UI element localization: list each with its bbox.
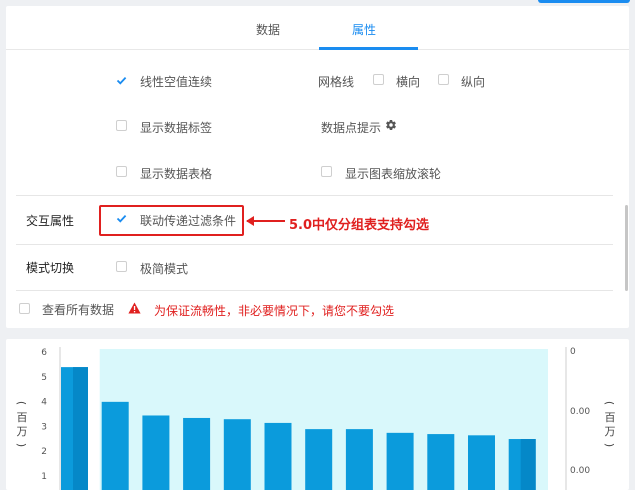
panel-scrollbar[interactable] — [625, 205, 628, 291]
view-all-data-checkbox[interactable] — [19, 303, 30, 314]
right-axis-label: ) — [603, 443, 616, 447]
simple-mode-checkbox[interactable] — [116, 261, 127, 272]
annotation-arrow — [246, 216, 285, 226]
bar-11[interactable] — [468, 435, 495, 490]
bar-3[interactable] — [142, 415, 170, 490]
right-axis-label: 百 — [605, 411, 616, 424]
grid-lines-label: 网格线 — [318, 75, 355, 89]
tab-data[interactable]: 数据 — [256, 21, 280, 38]
bar-shade-1 — [73, 367, 88, 490]
bar-5[interactable] — [223, 419, 251, 490]
bar-7[interactable] — [305, 429, 333, 490]
active-tab-indicator — [319, 47, 418, 50]
bar-2[interactable] — [101, 401, 129, 490]
top-action-button[interactable] — [538, 0, 630, 3]
left-axis-label: 百 — [17, 411, 28, 424]
bar-shade-12 — [520, 439, 536, 490]
properties-panel: 数据 属性 线性空值连续 网格线 横向 纵向 显示数据标签 数据点提示 显示数据… — [6, 6, 629, 328]
left-tick-label: 6 — [41, 348, 47, 358]
left-axis-label: ) — [15, 443, 28, 447]
warning-icon — [128, 302, 141, 314]
warning-text: 为保证流畅性，非必要情况下，请您不要勾选 — [154, 304, 395, 318]
highlight-box — [99, 205, 244, 236]
show-data-table-checkbox[interactable] — [116, 166, 127, 177]
left-tick-label: 2 — [41, 447, 47, 457]
divider — [16, 195, 613, 196]
right-tick-label: 0.00 — [570, 407, 590, 417]
data-point-tip-label: 数据点提示 — [321, 121, 382, 135]
bar-6[interactable] — [264, 422, 292, 490]
left-axis-label: 万 — [17, 425, 28, 438]
right-tick-label: 0.00 — [570, 466, 590, 476]
gear-icon[interactable] — [385, 119, 397, 131]
line-null-connect-label: 线性空值连续 — [140, 75, 213, 89]
bar-8[interactable] — [345, 429, 373, 490]
bar-chart: 654321 00.000.00 (百万) (百万) — [15, 347, 616, 490]
left-tick-label: 4 — [41, 398, 47, 408]
show-zoom-wheel-label: 显示图表缩放滚轮 — [345, 167, 442, 181]
chart-panel: 654321 0 0.00 0.00 (百万) (百万) — [6, 339, 629, 490]
grid-vertical-label: 纵向 — [461, 75, 486, 89]
grid-horizontal-label: 横向 — [396, 75, 421, 89]
show-data-labels-checkbox[interactable] — [116, 120, 127, 131]
right-tick-label: 0 — [570, 347, 576, 357]
show-zoom-wheel-checkbox[interactable] — [321, 166, 332, 177]
mode-section-label: 模式切换 — [26, 261, 75, 275]
show-data-labels-label: 显示数据标签 — [140, 121, 213, 135]
right-axis-label: 万 — [605, 425, 616, 438]
bar-10[interactable] — [427, 434, 455, 490]
grid-horizontal-checkbox[interactable] — [373, 74, 384, 85]
divider — [16, 290, 613, 291]
view-all-data-label: 查看所有数据 — [42, 303, 115, 317]
grid-vertical-checkbox[interactable] — [438, 74, 449, 85]
left-tick-label: 5 — [41, 373, 47, 383]
interaction-section-label: 交互属性 — [26, 214, 75, 228]
tab-properties[interactable]: 属性 — [352, 21, 376, 38]
left-axis-label: ( — [15, 401, 28, 405]
bar-9[interactable] — [386, 432, 414, 490]
show-data-table-label: 显示数据表格 — [140, 167, 213, 181]
annotation-text: 5.0中仅分组表支持勾选 — [289, 218, 430, 233]
panel-tabs: 数据 属性 — [6, 6, 629, 50]
bar-4[interactable] — [183, 417, 211, 490]
line-null-connect-checkbox[interactable] — [116, 75, 127, 86]
left-tick-label: 1 — [41, 472, 47, 482]
divider — [16, 244, 613, 245]
right-axis-label: ( — [603, 401, 616, 405]
simple-mode-label: 极简模式 — [140, 262, 189, 276]
left-tick-label: 3 — [41, 422, 47, 432]
